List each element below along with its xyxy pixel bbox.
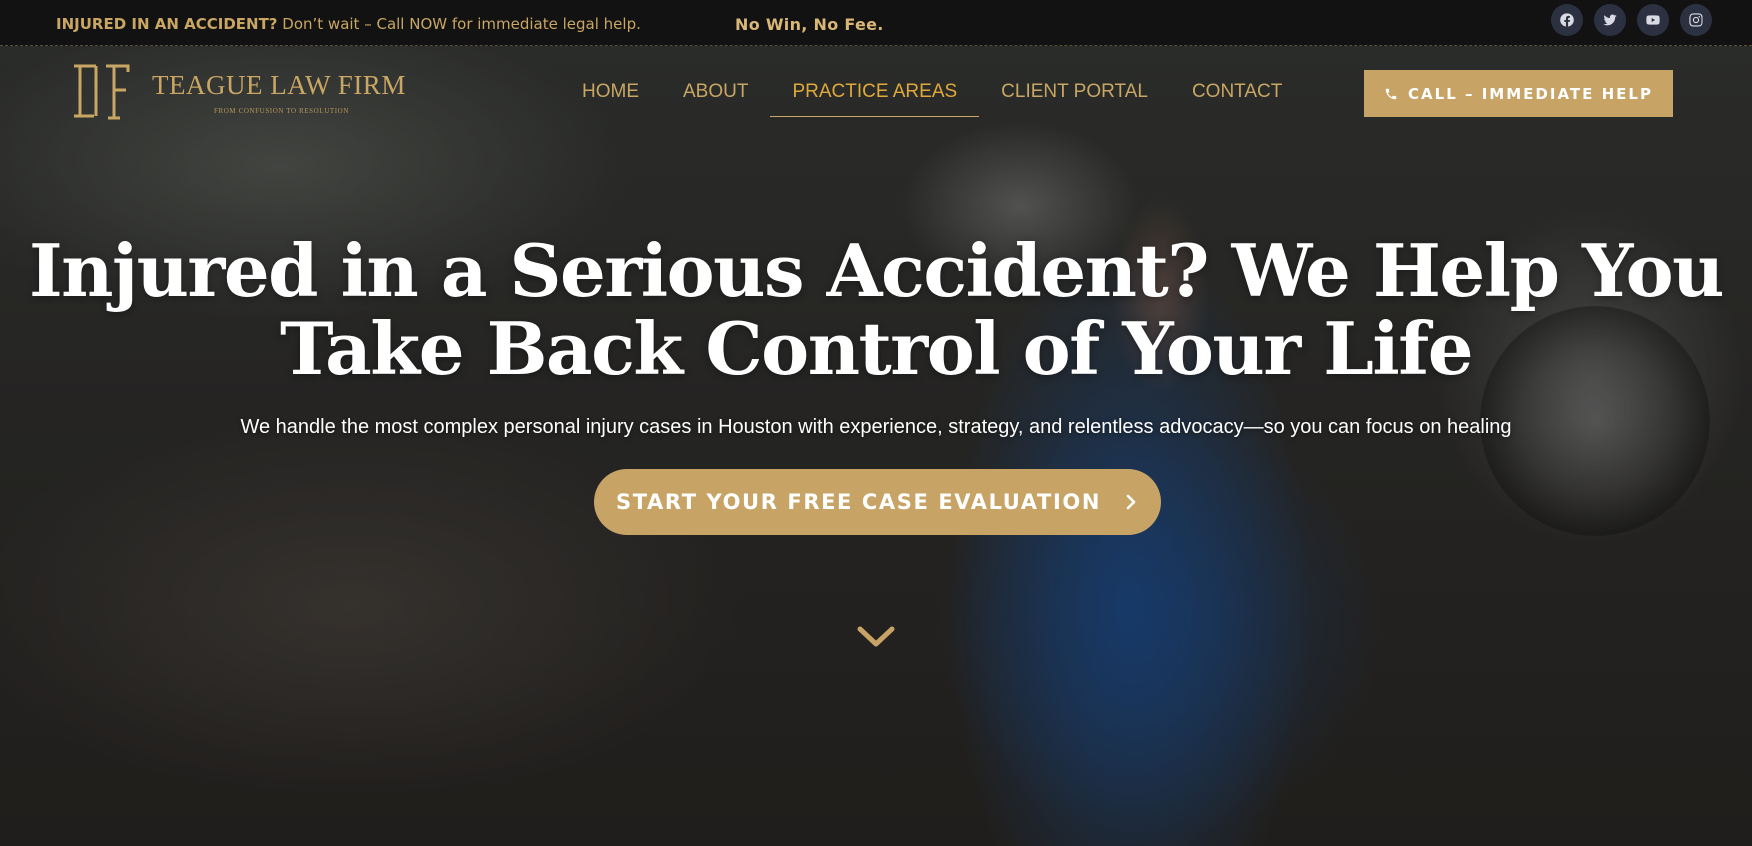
no-win-no-fee: No Win, No Fee. [735,15,884,34]
social-links [1551,4,1712,36]
announcement-strong: INJURED IN AN ACCIDENT? [56,15,278,33]
hero-subheadline: We handle the most complex personal inju… [240,416,1512,438]
youtube-link[interactable] [1637,4,1669,36]
hero-background-photo [0,46,1752,846]
chevron-right-icon [1126,494,1136,510]
instagram-link[interactable] [1680,4,1712,36]
announcement-message: INJURED IN AN ACCIDENT? Don’t wait – Cal… [56,15,641,33]
nav-client-portal[interactable]: CLIENT PORTAL [979,78,1170,117]
facebook-link[interactable] [1551,4,1583,36]
hero-overlay [0,46,1752,846]
hero-headline: Injured in a Serious Accident? We Help Y… [0,232,1752,388]
twitter-link[interactable] [1594,4,1626,36]
main-nav: HOME ABOUT PRACTICE AREAS CLIENT PORTAL … [560,78,1304,117]
headline-line-2: Take Back Control of Your Life [279,306,1474,391]
ltf-monogram-icon [74,64,130,120]
nav-home[interactable]: HOME [560,78,661,117]
cta-label: START YOUR FREE CASE EVALUATION [616,490,1101,514]
call-immediate-help-button[interactable]: CALL – IMMEDIATE HELP [1364,70,1673,117]
chevron-down-icon[interactable] [856,624,896,650]
announcement-bar: INJURED IN AN ACCIDENT? Don’t wait – Cal… [0,0,1752,46]
instagram-icon [1689,13,1703,27]
twitter-icon [1603,14,1617,26]
call-button-label: CALL – IMMEDIATE HELP [1408,84,1653,103]
site-logo[interactable]: TEAGUE LAW FIRM FROM CONFUSION TO RESOLU… [70,64,410,124]
nav-about[interactable]: ABOUT [661,78,770,117]
logo-tagline: FROM CONFUSION TO RESOLUTION [214,107,349,115]
announcement-rest: Don’t wait – Call NOW for immediate lega… [277,15,641,33]
youtube-icon [1646,15,1660,25]
facebook-icon [1560,13,1574,27]
logo-name: TEAGUE LAW FIRM [152,70,406,100]
nav-contact[interactable]: CONTACT [1170,78,1304,117]
phone-icon [1385,88,1397,99]
headline-line-1: Injured in a Serious Accident? We Help Y… [28,228,1725,313]
nav-practice-areas[interactable]: PRACTICE AREAS [770,78,979,117]
free-case-evaluation-button[interactable]: START YOUR FREE CASE EVALUATION [594,469,1161,535]
